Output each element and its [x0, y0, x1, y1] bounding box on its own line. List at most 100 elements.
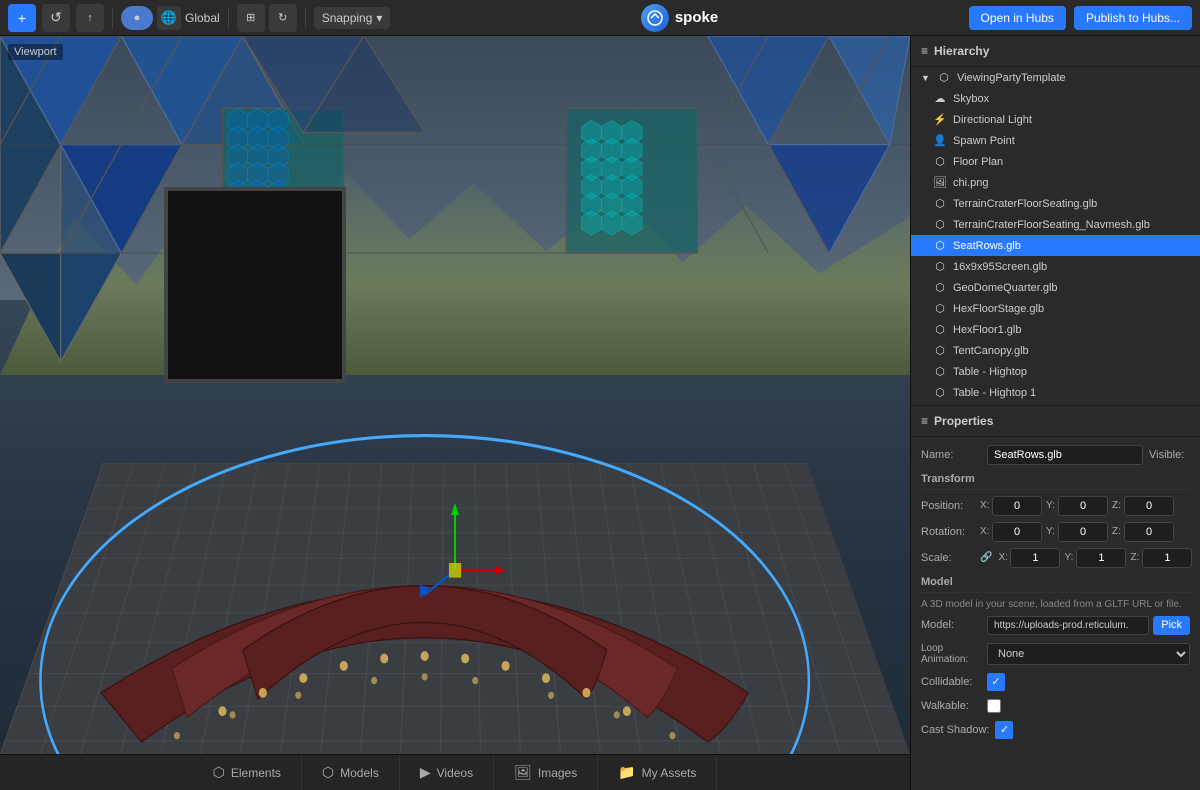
- rotation-label: Rotation:: [921, 526, 976, 538]
- pick-button[interactable]: Pick: [1153, 616, 1190, 635]
- tab-images-label: Images: [538, 766, 577, 780]
- tab-videos[interactable]: ▶ Videos: [400, 755, 494, 790]
- hier-item-directional-light[interactable]: ⚡ Directional Light: [911, 109, 1200, 130]
- add-button[interactable]: +: [8, 4, 36, 32]
- scale-y-input[interactable]: [1076, 548, 1126, 568]
- scale-y-group: Y:: [1064, 548, 1126, 568]
- hier-label: HexFloor1.glb: [953, 324, 1021, 336]
- transform-btn[interactable]: ⊞: [237, 4, 265, 32]
- globe-btn[interactable]: 🌐: [157, 6, 181, 30]
- properties-title: Properties: [934, 414, 993, 428]
- hierarchy-list[interactable]: ▼ ⬡ ViewingPartyTemplate ☁ Skybox ⚡ Dire…: [911, 67, 1200, 405]
- hier-label: Skybox: [953, 93, 989, 105]
- position-x-input[interactable]: [992, 496, 1042, 516]
- tab-models[interactable]: ⬡ Models: [302, 755, 400, 790]
- hier-item-tentcanopy[interactable]: ⬡ TentCanopy.glb: [911, 340, 1200, 361]
- walkable-checkbox[interactable]: [987, 699, 1001, 713]
- z-letter: Z:: [1112, 500, 1122, 511]
- hier-item-hexfloor1[interactable]: ⬡ HexFloor1.glb: [911, 319, 1200, 340]
- tab-images[interactable]: 🖼 Images: [494, 755, 598, 790]
- toolbar: + ↺ ↑ ● 🌐 Global ⊞ ↻ Snapping ▾ spoke Op…: [0, 0, 1200, 36]
- transform-section-title: Transform: [921, 473, 1190, 490]
- rotation-y-input[interactable]: [1058, 522, 1108, 542]
- scale-label: Scale:: [921, 552, 976, 564]
- toolbar-right: Open in Hubs Publish to Hubs...: [969, 6, 1192, 30]
- viewport[interactable]: Viewport: [0, 36, 910, 790]
- position-row: Position: X: Y: Z:: [921, 496, 1190, 516]
- seat-rows-svg: [0, 264, 910, 754]
- tab-videos-label: Videos: [437, 766, 473, 780]
- position-y-input[interactable]: [1058, 496, 1108, 516]
- x-letter: X:: [980, 500, 990, 511]
- right-panel: ≡ Hierarchy ▼ ⬡ ViewingPartyTemplate ☁ S…: [910, 36, 1200, 790]
- scale-z-input[interactable]: [1142, 548, 1192, 568]
- expand-arrow: ▼: [921, 73, 931, 83]
- hier-item-geodome[interactable]: ⬡ GeoDomeQuarter.glb: [911, 277, 1200, 298]
- hier-item-screen[interactable]: ⬡ 16x9x95Screen.glb: [911, 256, 1200, 277]
- model-url-row: Model: Pick: [921, 616, 1190, 635]
- loop-animation-select[interactable]: None: [987, 643, 1190, 665]
- y-letter: Y:: [1046, 500, 1056, 511]
- rx-letter: X:: [980, 526, 990, 537]
- sz-letter: Z:: [1130, 552, 1140, 563]
- collidable-checkbox[interactable]: ✓: [987, 673, 1005, 691]
- hier-item-floor-plan[interactable]: ⬡ Floor Plan: [911, 151, 1200, 172]
- hier-icon-geodome: ⬡: [933, 281, 947, 294]
- hier-label: Spawn Point: [953, 135, 1015, 147]
- cast-shadow-checkbox[interactable]: ✓: [995, 721, 1013, 739]
- model-label: Model:: [921, 619, 981, 631]
- rotation-x-input[interactable]: [992, 522, 1042, 542]
- model-url-input[interactable]: [987, 616, 1149, 635]
- hier-icon-cloud: ☁: [933, 92, 947, 105]
- upload-button[interactable]: ↑: [76, 4, 104, 32]
- global-label: Global: [185, 11, 220, 25]
- name-input[interactable]: [987, 445, 1143, 465]
- hier-icon-globe: ⬡: [937, 71, 951, 84]
- models-icon: ⬡: [322, 764, 334, 781]
- refresh-button[interactable]: ↺: [42, 4, 70, 32]
- collidable-label: Collidable:: [921, 676, 981, 688]
- tab-my-assets[interactable]: 📁 My Assets: [598, 755, 717, 790]
- sx-letter: X:: [998, 552, 1008, 563]
- hier-item-chi[interactable]: 🖼 chi.png: [911, 172, 1200, 193]
- loop-row: Loop Animation: None: [921, 643, 1190, 665]
- separator-2: [228, 8, 229, 28]
- position-y-group: Y:: [1046, 496, 1108, 516]
- model-section-title: Model: [921, 576, 1190, 593]
- model-description: A 3D model in your scene, loaded from a …: [921, 599, 1190, 610]
- rotate-btn[interactable]: ↻: [269, 4, 297, 32]
- snapping-arrow: ▾: [376, 11, 382, 25]
- spoke-logo: spoke: [396, 4, 962, 32]
- hier-item-seatrows[interactable]: ⬡ SeatRows.glb: [911, 235, 1200, 256]
- sphere-mode-btn[interactable]: ●: [121, 6, 153, 30]
- snapping-btn[interactable]: Snapping ▾: [314, 7, 391, 29]
- snapping-label: Snapping: [322, 11, 373, 25]
- hier-item-hexfloorstage[interactable]: ⬡ HexFloorStage.glb: [911, 298, 1200, 319]
- scale-z-group: Z:: [1130, 548, 1192, 568]
- hier-icon-light: ⚡: [933, 113, 947, 126]
- hier-icon-hexfloor: ⬡: [933, 302, 947, 315]
- hier-label: GeoDomeQuarter.glb: [953, 282, 1058, 294]
- hier-item-skybox[interactable]: ☁ Skybox: [911, 88, 1200, 109]
- mode-group: ● 🌐 Global: [121, 6, 220, 30]
- hier-item-table-hightop[interactable]: ⬡ Table - Hightop: [911, 361, 1200, 382]
- hier-icon-screen: ⬡: [933, 260, 947, 273]
- rotation-z-input[interactable]: [1124, 522, 1174, 542]
- hier-item-table-hightop1[interactable]: ⬡ Table - Hightop 1: [911, 382, 1200, 403]
- hier-item-terrain-floor[interactable]: ⬡ TerrainCraterFloorSeating.glb: [911, 193, 1200, 214]
- separator-3: [305, 8, 306, 28]
- hier-item-viewingpartytemplate[interactable]: ▼ ⬡ ViewingPartyTemplate: [911, 67, 1200, 88]
- hier-label: TerrainCraterFloorSeating_Navmesh.glb: [953, 219, 1150, 231]
- hier-label: Table - Hightop: [953, 366, 1027, 378]
- open-hubs-button[interactable]: Open in Hubs: [969, 6, 1066, 30]
- position-z-input[interactable]: [1124, 496, 1174, 516]
- hier-label: TentCanopy.glb: [953, 345, 1029, 357]
- hier-item-spawn-point[interactable]: 👤 Spawn Point: [911, 130, 1200, 151]
- tab-elements[interactable]: ⬡ Elements: [193, 755, 302, 790]
- ry-letter: Y:: [1046, 526, 1056, 537]
- publish-button[interactable]: Publish to Hubs...: [1074, 6, 1192, 30]
- viewport-label: Viewport: [8, 44, 63, 60]
- loop-label: Loop Animation:: [921, 643, 981, 665]
- hier-item-terrain-navmesh[interactable]: ⬡ TerrainCraterFloorSeating_Navmesh.glb: [911, 214, 1200, 235]
- scale-x-input[interactable]: [1010, 548, 1060, 568]
